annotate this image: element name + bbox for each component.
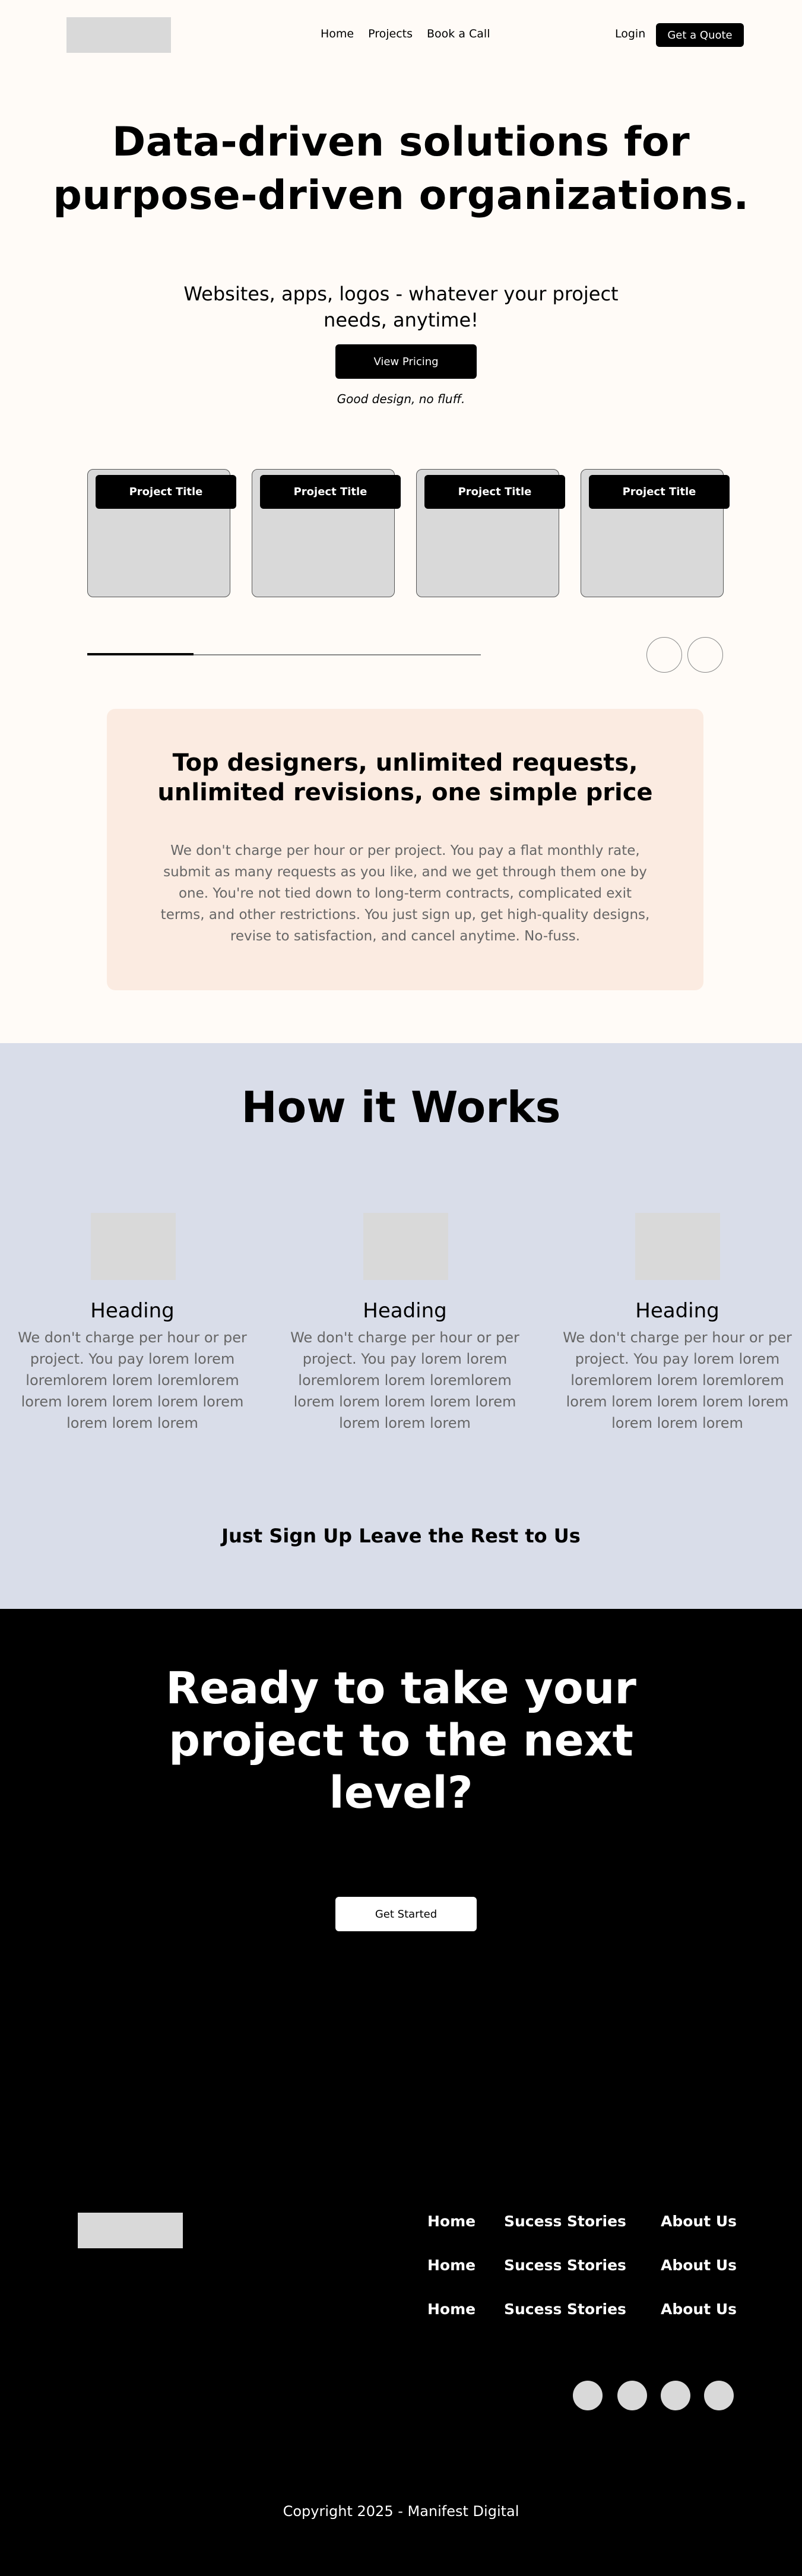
project-title-button[interactable]: Project Title bbox=[96, 475, 236, 509]
main-nav: Home Projects Book a Call bbox=[321, 27, 490, 40]
signup-tagline: Just Sign Up Leave the Rest to Us bbox=[221, 1525, 581, 1547]
social-icon[interactable] bbox=[704, 2381, 734, 2410]
project-title-button[interactable]: Project Title bbox=[260, 475, 401, 509]
footer-link-about-us[interactable]: About Us bbox=[661, 2299, 737, 2320]
project-title-button[interactable]: Project Title bbox=[589, 475, 730, 509]
carousel-progress-fill bbox=[87, 653, 194, 655]
footer-link-home[interactable]: Home bbox=[427, 2299, 476, 2320]
footer-logo-placeholder[interactable] bbox=[78, 2213, 183, 2248]
pricing-description: We don't charge per hour or per project.… bbox=[160, 843, 650, 944]
footer-link-home[interactable]: Home bbox=[427, 2255, 476, 2276]
footer-link-success-stories[interactable]: Sucess Stories bbox=[504, 2255, 626, 2276]
hero-subtitle: Websites, apps, logos - whatever your pr… bbox=[183, 283, 619, 331]
nav-home[interactable]: Home bbox=[321, 27, 354, 40]
copyright-text: Copyright 2025 - Manifest Digital bbox=[283, 2503, 519, 2520]
footer-link-success-stories[interactable]: Sucess Stories bbox=[504, 2299, 626, 2320]
step-heading: Heading bbox=[635, 1299, 719, 1323]
hero-title-line1: Data-driven solutions for bbox=[112, 119, 690, 166]
step-heading: Heading bbox=[90, 1299, 175, 1323]
login-link[interactable]: Login bbox=[615, 27, 645, 40]
step-text: We don't charge per hour or per project.… bbox=[18, 1329, 247, 1431]
step-heading: Heading bbox=[363, 1299, 447, 1323]
site-header: Home Projects Book a Call Login Get a Qu… bbox=[0, 0, 802, 68]
carousel-prev-button[interactable] bbox=[646, 637, 682, 673]
nav-projects[interactable]: Projects bbox=[368, 27, 413, 40]
pricing-title: Top designers, unlimited requests, unlim… bbox=[157, 749, 653, 806]
footer-link-home[interactable]: Home bbox=[427, 2211, 476, 2232]
project-title-button[interactable]: Project Title bbox=[424, 475, 565, 509]
footer-link-about-us[interactable]: About Us bbox=[661, 2211, 737, 2232]
step-image bbox=[91, 1213, 176, 1280]
social-icon[interactable] bbox=[661, 2381, 690, 2410]
social-icon[interactable] bbox=[573, 2381, 603, 2410]
get-started-button[interactable]: Get Started bbox=[335, 1897, 477, 1931]
step-image bbox=[635, 1213, 720, 1280]
nav-book-a-call[interactable]: Book a Call bbox=[427, 27, 490, 40]
view-pricing-button[interactable]: View Pricing bbox=[335, 344, 477, 379]
how-it-works-title: How it Works bbox=[241, 1082, 561, 1132]
hero-tagline: Good design, no fluff. bbox=[337, 392, 465, 406]
footer-link-success-stories[interactable]: Sucess Stories bbox=[504, 2211, 626, 2232]
cta-title: Ready to take your project to the next l… bbox=[166, 1663, 636, 1818]
get-a-quote-button[interactable]: Get a Quote bbox=[656, 23, 744, 47]
social-icon[interactable] bbox=[617, 2381, 647, 2410]
footer-link-about-us[interactable]: About Us bbox=[661, 2255, 737, 2276]
logo-placeholder[interactable] bbox=[66, 17, 171, 53]
step-text: We don't charge per hour or per project.… bbox=[563, 1329, 792, 1431]
hero-title: Data-driven solutions for purpose-driven… bbox=[0, 116, 802, 223]
hero-title-line2: purpose-driven organizations. bbox=[53, 172, 749, 219]
step-image bbox=[363, 1213, 448, 1280]
step-text: We don't charge per hour or per project.… bbox=[290, 1329, 519, 1431]
carousel-next-button[interactable] bbox=[687, 637, 723, 673]
